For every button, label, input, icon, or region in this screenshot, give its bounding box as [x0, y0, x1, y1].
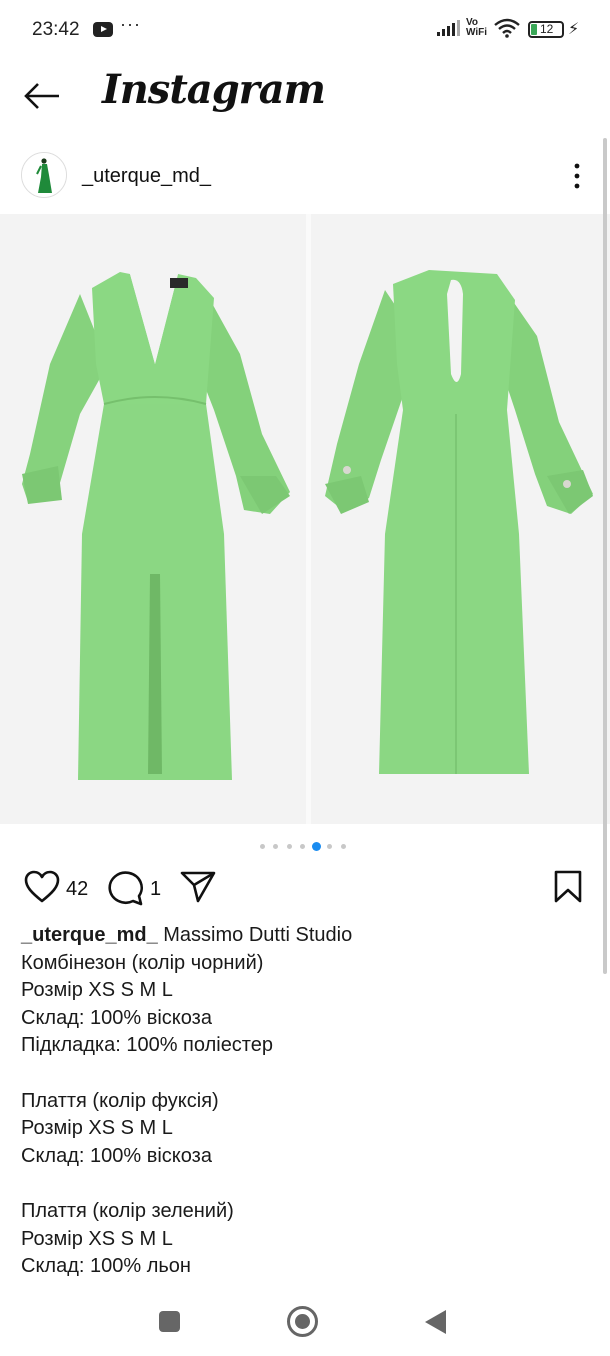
avatar-image: [22, 153, 66, 197]
caption-line: Склад: 100% віскоза: [21, 1144, 212, 1167]
post-header: _uterque_md_: [0, 150, 610, 202]
caption-username[interactable]: _uterque_md_: [21, 924, 158, 946]
heart-icon[interactable]: [24, 870, 60, 904]
signal-icon: [437, 20, 460, 36]
bookmark-icon[interactable]: [553, 870, 583, 904]
status-bar: 23:42 ··· Vo WiFi 12 ⚡: [0, 0, 610, 60]
charging-icon: ⚡: [568, 21, 580, 38]
carousel-dot: [341, 844, 346, 849]
comments-count[interactable]: 1: [150, 878, 161, 901]
caption-line: Розмір XS S M L: [21, 1117, 173, 1140]
carousel-dot-active: [312, 842, 321, 851]
recents-square-icon[interactable]: [159, 1311, 180, 1332]
caption-first-line-text: Massimo Dutti Studio: [157, 924, 353, 946]
scrollbar[interactable]: [603, 138, 607, 974]
likes-count[interactable]: 42: [66, 878, 88, 901]
carousel-dot: [260, 844, 265, 849]
dress-front-illustration: [0, 214, 306, 824]
home-circle-icon[interactable]: [287, 1306, 318, 1337]
back-triangle-icon[interactable]: [425, 1310, 446, 1334]
battery-icon: 12: [528, 21, 564, 38]
wifi-icon: [494, 18, 520, 38]
vowifi-label-bottom: WiFi: [466, 27, 488, 38]
caption-line: Склад: 100% віскоза: [21, 1006, 212, 1029]
green-dress-front-photo: [0, 214, 306, 824]
carousel-dot: [300, 844, 305, 849]
caption-line: Комбінезон (колір чорний): [21, 951, 264, 974]
share-icon[interactable]: [180, 870, 216, 904]
more-vertical-icon[interactable]: [566, 160, 588, 192]
post-caption: _uterque_md_ Massimo Dutti Studio Комбін…: [21, 922, 591, 1281]
app-header: Instagram: [0, 60, 610, 132]
caption-line: Склад: 100% льон: [21, 1255, 191, 1278]
status-time: 23:42: [32, 19, 80, 40]
caption-line: Підкладка: 100% поліестер: [21, 1034, 273, 1057]
more-notifications-icon: ···: [120, 14, 141, 34]
avatar[interactable]: [21, 152, 67, 198]
vowifi-icon: Vo WiFi: [466, 18, 487, 38]
instagram-logo: Instagram: [102, 66, 326, 113]
post-actions: 42 1: [0, 868, 610, 910]
comment-icon[interactable]: [107, 870, 145, 906]
dress-back-illustration: [311, 214, 610, 824]
caption-line: Плаття (колір фуксія): [21, 1089, 219, 1112]
post-carousel[interactable]: [0, 214, 610, 824]
green-dress-back-photo: [311, 214, 610, 824]
post-username[interactable]: _uterque_md_: [82, 165, 211, 188]
carousel-dot: [273, 844, 278, 849]
caption-line: Розмір XS S M L: [21, 1227, 173, 1250]
system-nav-bar: [0, 1290, 610, 1356]
caption-first-line: _uterque_md_ Massimo Dutti Studio: [21, 922, 591, 950]
battery-level: 12: [540, 22, 554, 36]
back-arrow-icon[interactable]: [22, 78, 62, 114]
caption-line: Розмір XS S M L: [21, 979, 173, 1002]
carousel-dot: [327, 844, 332, 849]
carousel-dot: [287, 844, 292, 849]
caption-line: Плаття (колір зелений): [21, 1199, 234, 1222]
carousel-indicator: [0, 841, 610, 853]
youtube-icon: [93, 22, 113, 37]
